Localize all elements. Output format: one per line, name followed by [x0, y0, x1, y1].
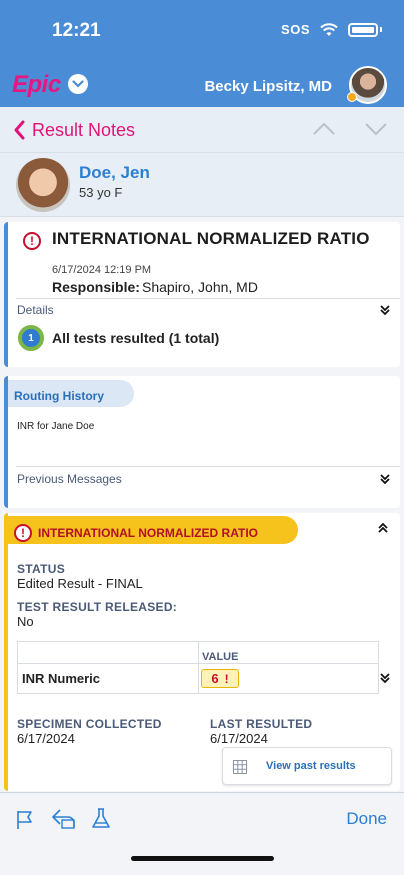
bottom-toolbar: Done — [0, 792, 404, 875]
epic-logo[interactable]: Epic — [12, 71, 61, 99]
wifi-icon — [320, 22, 338, 36]
result-datetime: 6/17/2024 12:19 PM — [52, 264, 152, 276]
table-grid-icon — [233, 760, 247, 774]
back-chevron-icon[interactable] — [12, 119, 26, 141]
patient-age-sex: 53 yo F — [79, 185, 123, 200]
tests-count-badge: 1 — [18, 325, 44, 351]
component-name: INR Numeric — [22, 671, 101, 686]
result-value: 6 — [211, 671, 219, 686]
alert-icon: ! — [23, 232, 41, 250]
status-time: 12:21 — [52, 20, 101, 41]
specimen-collected-label: SPECIMEN COLLECTED — [17, 717, 162, 731]
responsible-label: Responsible: — [52, 279, 140, 295]
previous-result-icon[interactable] — [312, 121, 336, 137]
status-value: Edited Result - FINAL — [17, 576, 143, 591]
specimen-collected-value: 6/17/2024 — [17, 731, 75, 746]
home-indicator[interactable] — [131, 856, 274, 861]
last-resulted-value: 6/17/2024 — [210, 731, 268, 746]
table-divider — [198, 642, 199, 693]
responsible-value: Shapiro, John, MD — [142, 279, 258, 295]
routing-history-title: Routing History — [14, 389, 104, 403]
released-label: TEST RESULT RELEASED: — [17, 600, 178, 614]
nav-bar: Result Notes — [0, 107, 404, 153]
alert-icon: ! — [14, 524, 32, 542]
divider — [16, 466, 400, 467]
routing-message: INR for Jane Doe — [17, 421, 95, 432]
patient-photo — [16, 158, 70, 212]
expand-double-chevron-icon[interactable] — [380, 673, 390, 683]
result-table: VALUE INR Numeric 6 ! — [17, 641, 379, 694]
last-resulted-label: LAST RESULTED — [210, 717, 313, 731]
component-header[interactable]: ! INTERNATIONAL NORMALIZED RATIO — [8, 516, 298, 544]
result-title: INTERNATIONAL NORMALIZED RATIO — [52, 229, 370, 248]
patient-header[interactable]: Doe, Jen 53 yo F — [0, 153, 404, 217]
view-past-results-label: View past results — [266, 760, 356, 772]
expand-double-chevron-icon[interactable] — [380, 305, 390, 315]
chevron-down-icon[interactable] — [68, 74, 88, 94]
component-title: INTERNATIONAL NORMALIZED RATIO — [38, 526, 258, 540]
battery-icon — [348, 22, 378, 37]
released-value: No — [17, 614, 34, 629]
previous-messages-label[interactable]: Previous Messages — [17, 472, 122, 486]
app-header: 12:21 SOS Epic Becky Lipsitz, MD — [0, 0, 404, 107]
forward-icon[interactable] — [50, 807, 78, 831]
tests-status: All tests resulted (1 total) — [52, 330, 220, 346]
value-column-header: VALUE — [202, 651, 239, 663]
back-button[interactable]: Result Notes — [32, 120, 135, 141]
status-icons: SOS — [281, 22, 382, 37]
result-value-badge: 6 ! — [201, 669, 239, 688]
expand-double-chevron-icon[interactable] — [380, 474, 390, 484]
done-button[interactable]: Done — [346, 809, 387, 829]
view-past-results-button[interactable]: View past results — [222, 747, 392, 785]
component-result-card: ! INTERNATIONAL NORMALIZED RATIO STATUS … — [4, 513, 400, 791]
details-label[interactable]: Details — [17, 303, 54, 317]
collapse-double-chevron-icon[interactable] — [378, 523, 388, 533]
flag-icon[interactable] — [14, 809, 36, 831]
next-result-icon[interactable] — [364, 121, 388, 137]
user-name[interactable]: Becky Lipsitz, MD — [204, 78, 332, 95]
lab-flask-icon[interactable] — [90, 807, 112, 831]
sos-indicator: SOS — [281, 22, 310, 37]
notification-badge — [347, 92, 357, 102]
patient-name: Doe, Jen — [79, 163, 150, 182]
status-label: STATUS — [17, 562, 66, 576]
abnormal-flag-icon: ! — [224, 671, 229, 686]
result-summary-card: ! INTERNATIONAL NORMALIZED RATIO 6/17/20… — [4, 222, 400, 367]
battery-tip — [380, 27, 382, 32]
divider — [16, 298, 400, 299]
routing-history-card: Routing History INR for Jane Doe Previou… — [4, 376, 400, 508]
routing-history-header: Routing History — [8, 380, 134, 407]
